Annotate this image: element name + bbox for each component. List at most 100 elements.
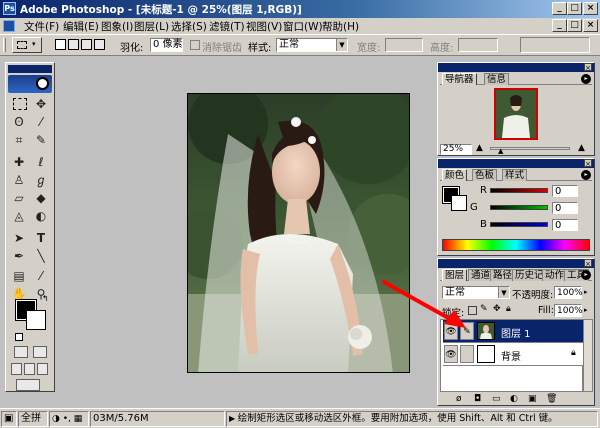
channel-r-input[interactable]: 0 [552,185,578,197]
paint-bucket-tool-icon[interactable]: ◆ [31,189,51,207]
fullscreen-menu-button[interactable] [24,363,35,375]
standard-mode-button[interactable] [14,346,28,358]
add-selection-icon[interactable] [68,39,79,50]
fullscreen-button[interactable] [37,363,48,375]
crop-tool-icon[interactable]: ⌗ [9,131,29,149]
color-titlebar[interactable]: × [438,159,594,168]
blur-tool-icon[interactable]: ◬ [9,207,29,225]
tab-styles[interactable]: 样式 [502,169,528,181]
menu-layer[interactable]: 图层(L) [134,19,169,34]
menu-filter[interactable]: 滤镜(T) [209,19,245,34]
swap-colors-icon[interactable]: ↰ [42,294,49,303]
new-selection-icon[interactable] [55,39,66,50]
close-icon[interactable]: × [584,159,592,168]
panel-menu-icon[interactable]: ▸ [581,74,591,84]
dodge-tool-icon[interactable]: ◐ [31,207,51,225]
tab-info[interactable]: 信息 [484,73,510,85]
menu-image[interactable]: 图象(I) [101,19,133,34]
ime-buttons[interactable]: ◑ •, ▦ [49,411,89,427]
menu-file[interactable]: 文件(F) [24,19,59,34]
tab-color[interactable]: 颜色 [442,169,468,181]
lasso-tool-icon[interactable]: ʘ [9,113,29,131]
navigator-preview[interactable] [494,88,538,140]
menu-view[interactable]: 视图(V) [246,19,282,34]
healing-brush-tool-icon[interactable]: ✚ [9,153,29,171]
rect-marquee-tool-icon[interactable] [13,98,27,110]
fill-input[interactable]: 100% [554,304,583,317]
channel-g-input[interactable]: 0 [552,202,578,214]
doc-restore-button[interactable]: □ [567,19,582,32]
feather-input[interactable]: 0 像素 [150,38,183,52]
lock-position-icon[interactable]: ✥ [493,304,501,314]
new-set-icon[interactable]: ▭ [492,394,501,404]
channel-g-slider[interactable] [490,205,548,210]
zoom-in-icon[interactable]: ▲ [578,143,585,153]
channel-b-slider[interactable] [490,222,548,227]
toolbox-titlebar[interactable] [8,65,52,73]
title-bar[interactable]: Ps Adobe Photoshop - [未标题-1 @ 25%(图层 1,R… [0,0,600,18]
magic-wand-tool-icon[interactable]: ⁄ [31,113,51,131]
menu-help[interactable]: 帮助(H) [322,19,359,34]
panel-menu-icon[interactable]: ▸ [581,270,591,280]
ime-icon[interactable]: ▣ [1,411,17,427]
slice-tool-icon[interactable]: ✎ [31,131,51,149]
tab-navigator[interactable]: 导航器 [442,73,477,85]
jump-to-imageready-button[interactable] [16,379,40,391]
eraser-tool-icon[interactable]: ▱ [9,189,29,207]
tool-preset-picker[interactable]: ▾ [12,37,42,53]
path-selection-tool-icon[interactable]: ➤ [9,229,29,247]
new-layer-icon[interactable]: ▣ [528,394,537,404]
navigator-titlebar[interactable]: × [438,63,594,72]
adjustment-layer-icon[interactable]: ◐ [510,394,518,404]
add-mask-icon[interactable]: ◘ [474,394,481,404]
clone-stamp-tool-icon[interactable]: ♙ [9,171,29,189]
ime-mode[interactable]: 全拼 [18,411,48,427]
opacity-arrow-icon[interactable]: ▸ [584,288,588,296]
history-brush-tool-icon[interactable]: ℊ [31,171,51,189]
doc-minimize-button[interactable]: _ [552,19,567,32]
color-ramp[interactable] [442,239,590,251]
close-icon[interactable]: × [584,63,592,72]
background-color-swatch[interactable] [26,310,46,330]
line-tool-icon[interactable]: ╲ [31,247,51,265]
quickmask-mode-button[interactable] [33,346,47,358]
document-canvas[interactable] [187,93,410,373]
lock-all-icon[interactable]: 🔒︎ [506,304,511,314]
maximize-button[interactable]: □ [567,2,582,15]
menu-window[interactable]: 窗口(W) [283,19,323,34]
add-style-icon[interactable]: ø [456,394,462,404]
channel-r-slider[interactable] [490,188,548,193]
antialias-checkbox[interactable] [190,40,200,50]
zoom-out-icon[interactable]: ▲ [476,143,483,153]
layers-titlebar[interactable]: × [438,259,594,268]
notes-tool-icon[interactable]: ▤ [9,267,29,285]
opacity-input[interactable]: 100% [554,286,583,299]
standard-screen-button[interactable] [11,363,22,375]
menu-select[interactable]: 选择(S) [171,19,207,34]
channel-b-input[interactable]: 0 [552,219,578,231]
document-icon[interactable] [3,20,15,32]
intersect-selection-icon[interactable] [94,39,105,50]
style-select[interactable]: 正常 ▼ [276,38,348,52]
close-icon[interactable]: × [584,259,592,268]
delete-layer-icon[interactable]: 🗑︎ [546,394,557,404]
layers-scrollbar[interactable] [583,319,593,392]
color-bg-swatch[interactable] [451,195,467,211]
panel-menu-icon[interactable]: ▸ [581,170,591,180]
layer-row-background[interactable]: 👁︎ 背景 🔒︎ [443,343,584,366]
brush-tool-icon[interactable]: ℓ [31,153,51,171]
minimize-button[interactable]: _ [552,2,567,15]
move-tool-icon[interactable]: ✥ [31,95,51,113]
tab-swatches[interactable]: 色板 [472,169,498,181]
default-colors-icon[interactable] [15,333,23,341]
brush-link-icon[interactable] [460,345,474,363]
pen-tool-icon[interactable]: ✒ [9,247,29,265]
doc-close-button[interactable]: × [583,19,598,32]
close-button[interactable]: × [583,2,598,15]
doc-size[interactable]: 03M/5.76M [90,411,225,427]
photoshop-app-icon[interactable]: Ps [3,2,16,15]
eyedropper-tool-icon[interactable]: ⁄ [31,267,51,285]
type-tool-icon[interactable]: T [31,229,51,247]
subtract-selection-icon[interactable] [81,39,92,50]
fill-arrow-icon[interactable]: ▸ [584,306,588,314]
